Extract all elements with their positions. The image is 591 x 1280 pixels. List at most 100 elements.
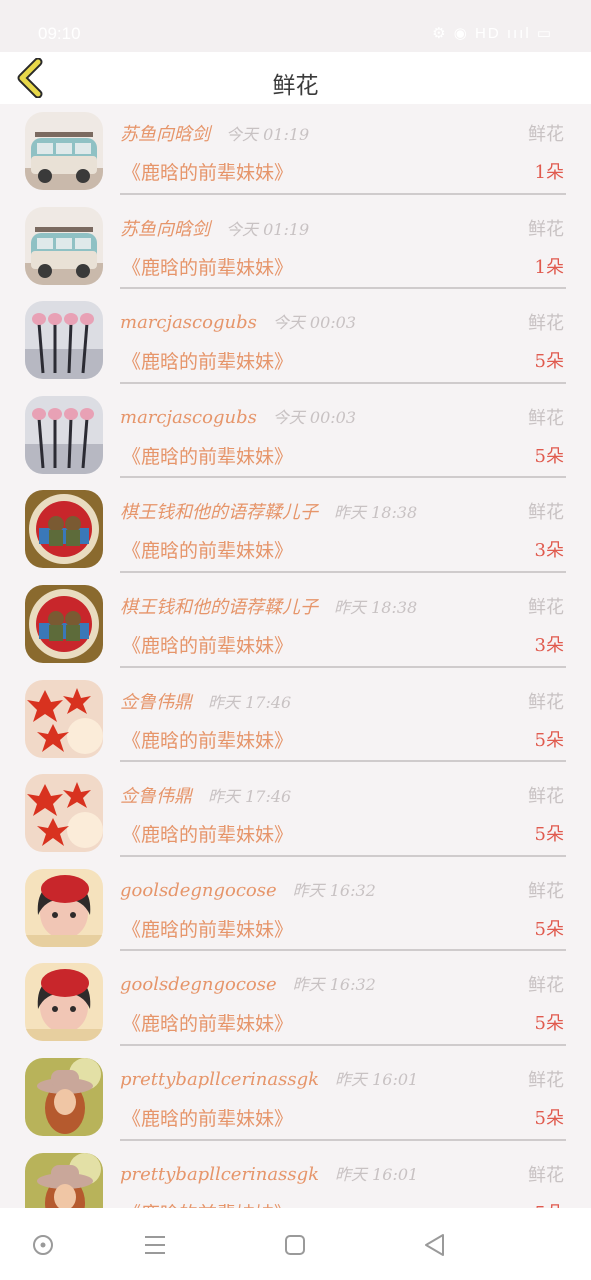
- menu-button[interactable]: [140, 1230, 170, 1260]
- gift-time: 昨天 16:32: [292, 975, 376, 995]
- flower-count: 5朵: [534, 1108, 564, 1129]
- recipient-book[interactable]: 《鹿晗的前辈妹妹》: [122, 442, 293, 469]
- cartoon-badge-avatar-icon: [25, 490, 103, 569]
- recipient-book[interactable]: 《鹿晗的前辈妹妹》: [122, 1104, 293, 1131]
- avatar[interactable]: [25, 868, 103, 947]
- avatar[interactable]: [25, 395, 103, 474]
- gift-time: 昨天 18:38: [334, 598, 418, 617]
- assistant-button[interactable]: [28, 1230, 58, 1260]
- gift-type: 鲜花: [528, 313, 564, 335]
- list-item[interactable]: marcjascogubs 今天 00:03 鲜花 《鹿晗的前辈妹妹》 5朵: [0, 388, 591, 483]
- recipient-book[interactable]: 《鹿晗的前辈妹妹》: [122, 1009, 293, 1036]
- roses-avatar-icon: [25, 301, 103, 380]
- gift-time: 今天 00:03: [272, 313, 357, 333]
- divider: [120, 1043, 566, 1046]
- maple-leaves-avatar-icon: [25, 679, 103, 758]
- flower-count: 5朵: [534, 351, 564, 373]
- flower-count: 5朵: [534, 918, 564, 940]
- avatar[interactable]: [25, 112, 103, 190]
- van-avatar-icon: [25, 206, 103, 285]
- avatar[interactable]: [25, 679, 103, 758]
- home-button[interactable]: [280, 1230, 310, 1260]
- divider: [120, 1138, 566, 1141]
- list-item[interactable]: prettybapllcerinassgk昨天 16:01 鲜花 《鹿晗的前辈妹…: [0, 1145, 591, 1208]
- divider: [120, 760, 566, 763]
- recipient-book[interactable]: 《鹿晗的前辈妹妹》: [122, 536, 293, 563]
- gift-type: 鲜花: [528, 975, 564, 997]
- list-item[interactable]: 苏鱼向晗剑 今天 01:19 鲜花 《鹿晗的前辈妹妹》 1朵: [0, 104, 591, 199]
- square-home-icon: [285, 1235, 305, 1255]
- divider: [120, 476, 566, 479]
- sender-name: marcjascogubs 今天 00:03: [120, 406, 357, 428]
- recipient-book[interactable]: 《鹿晗的前辈妹妹》: [122, 347, 293, 374]
- recipient-book[interactable]: 《鹿晗的前辈妹妹》: [122, 1199, 293, 1208]
- girl-avatar-icon: [25, 868, 103, 947]
- recipient-book[interactable]: 《鹿晗的前辈妹妹》: [122, 158, 293, 185]
- recipient-book[interactable]: 《鹿晗的前辈妹妹》: [122, 631, 293, 658]
- gift-time: 今天 01:19: [226, 125, 310, 144]
- avatar[interactable]: [25, 774, 103, 853]
- sender-name: marcjascogubs 今天 00:03: [120, 312, 357, 334]
- avatar[interactable]: [25, 301, 103, 380]
- status-icons: ⚙ ◉ HD ıııl ▭: [432, 25, 553, 42]
- list-item[interactable]: marcjascogubs 今天 00:03 鲜花 《鹿晗的前辈妹妹》 5朵: [0, 293, 591, 388]
- list-item[interactable]: 苏鱼向晗剑 今天 01:19 鲜花 《鹿晗的前辈妹妹》 1朵: [0, 199, 591, 294]
- gift-time: 昨天 18:38: [334, 503, 418, 523]
- sender-name: 苏鱼向晗剑 今天 01:19: [120, 124, 310, 145]
- circle-dot-icon: [33, 1235, 53, 1255]
- list-item[interactable]: prettybapllcerinassgk昨天 16:01 鲜花 《鹿晗的前辈妹…: [0, 1050, 591, 1145]
- gift-type: 鲜花: [528, 1070, 564, 1091]
- recipient-book[interactable]: 《鹿晗的前辈妹妹》: [122, 253, 293, 280]
- avatar[interactable]: [25, 490, 103, 569]
- cartoon-badge-avatar-icon: [25, 585, 103, 663]
- list-item[interactable]: 棋王钱和他的语荐鞣儿子 昨天 18:38 鲜花 《鹿晗的前辈妹妹》 3朵: [0, 577, 591, 672]
- gift-time: 今天 00:03: [272, 407, 357, 427]
- triangle-back-icon: [425, 1234, 444, 1256]
- gift-time: 昨天 16:32: [292, 880, 376, 900]
- gift-type: 鲜花: [528, 786, 564, 808]
- sender-name: goolsdegngocose 昨天 16:32: [120, 974, 376, 996]
- sender-name: prettybapllcerinassgk 昨天 16:01: [120, 1069, 419, 1090]
- divider: [120, 570, 566, 573]
- gift-time: 昨天 17:46: [208, 692, 292, 712]
- gift-type: 鲜花: [528, 880, 564, 902]
- recipient-book[interactable]: 《鹿晗的前辈妹妹》: [122, 820, 293, 847]
- gift-time: 昨天 16:01: [335, 1070, 419, 1089]
- divider: [120, 192, 566, 195]
- avatar[interactable]: [25, 1152, 103, 1208]
- back-nav-button[interactable]: [420, 1230, 450, 1260]
- list-item[interactable]: 棋王钱和他的语荐鞣儿子 昨天 18:38 鲜花 《鹿晗的前辈妹妹》 3朵: [0, 482, 591, 577]
- sender-name: 佥鲁伟鼎 昨天 17:46: [120, 691, 292, 713]
- list-item[interactable]: 佥鲁伟鼎 昨天 17:46 鲜花 《鹿晗的前辈妹妹》 5朵: [0, 766, 591, 861]
- list-item[interactable]: goolsdegngocose 昨天 16:32 鲜花 《鹿晗的前辈妹妹》 5朵: [0, 955, 591, 1050]
- list-item[interactable]: goolsdegngocose 昨天 16:32 鲜花 《鹿晗的前辈妹妹》 5朵: [0, 861, 591, 956]
- flower-count: 3朵: [534, 540, 564, 562]
- gift-time: 今天 01:19: [226, 219, 310, 239]
- avatar[interactable]: [25, 963, 103, 1042]
- gift-type: 鲜花: [528, 1164, 564, 1186]
- sender-name: 棋王钱和他的语荐鞣儿子 昨天 18:38: [120, 502, 418, 524]
- avatar[interactable]: [25, 585, 103, 663]
- recipient-book[interactable]: 《鹿晗的前辈妹妹》: [122, 915, 293, 942]
- flower-count: 5朵: [534, 824, 564, 846]
- list-item[interactable]: 佥鲁伟鼎 昨天 17:46 鲜花 《鹿晗的前辈妹妹》 5朵: [0, 672, 591, 767]
- divider: [120, 665, 566, 668]
- roses-avatar-icon: [25, 395, 103, 474]
- gift-time: 昨天 16:01: [335, 1164, 419, 1184]
- sender-name: prettybapllcerinassgk 昨天 16:01: [120, 1163, 419, 1185]
- girl-avatar-icon: [25, 963, 103, 1042]
- hat-girl-avatar-icon: [25, 1058, 103, 1136]
- system-nav-bar: [0, 1208, 591, 1280]
- flower-count: 5朵: [534, 445, 564, 467]
- status-time: 09:10: [38, 24, 81, 43]
- gift-type: 鲜花: [528, 691, 564, 713]
- recipient-book[interactable]: 《鹿晗的前辈妹妹》: [122, 726, 293, 753]
- avatar[interactable]: [25, 206, 103, 285]
- menu-icon: [145, 1236, 165, 1254]
- avatar[interactable]: [25, 1058, 103, 1136]
- flower-count: 3朵: [534, 635, 564, 656]
- flower-gift-list[interactable]: 苏鱼向晗剑 今天 01:19 鲜花 《鹿晗的前辈妹妹》 1朵 苏鱼向晗剑 今天 01…: [0, 104, 591, 1208]
- flower-count: 5朵: [535, 1199, 564, 1208]
- van-avatar-icon: [25, 112, 103, 190]
- divider: [120, 949, 566, 952]
